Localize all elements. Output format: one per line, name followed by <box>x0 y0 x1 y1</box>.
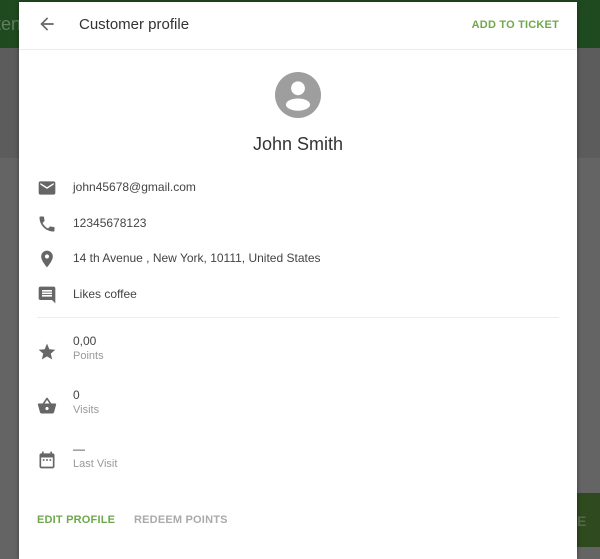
last-visit-label: Last Visit <box>73 458 118 470</box>
comment-value: Likes coffee <box>73 287 137 301</box>
basket-icon <box>37 397 57 414</box>
customer-name: John Smith <box>252 134 344 154</box>
calendar-icon <box>39 451 55 469</box>
location-icon <box>41 250 53 268</box>
dialog-header: Customer profile ADD TO TICKET <box>19 2 577 50</box>
background-action-button: E <box>577 493 600 547</box>
visits-value: 0 <box>73 388 80 402</box>
last-visit-value: — <box>73 442 85 456</box>
edit-profile-button[interactable]: EDIT PROFILE <box>37 514 115 526</box>
email-value: john45678@gmail.com <box>73 180 196 194</box>
redeem-points-button[interactable]: REDEEM POINTS <box>134 514 228 526</box>
phone-value: 12345678123 <box>73 216 147 230</box>
add-to-ticket-button[interactable]: ADD TO TICKET <box>472 19 559 31</box>
star-icon <box>38 343 56 360</box>
divider <box>37 317 559 318</box>
dialog-title: Customer profile <box>79 16 190 33</box>
arrow-left-icon[interactable] <box>37 14 57 34</box>
email-icon <box>38 181 56 195</box>
address-value: 14 th Avenue , New York, 10111, United S… <box>73 251 321 265</box>
points-label: Points <box>73 350 104 362</box>
account-circle-icon <box>275 72 321 118</box>
points-value: 0,00 <box>73 334 97 348</box>
phone-icon <box>39 216 55 232</box>
comment-icon <box>38 286 56 304</box>
customer-profile-dialog: Customer profile ADD TO TICKET John Smit… <box>19 2 577 559</box>
background-button-text: E <box>577 513 587 529</box>
visits-label: Visits <box>73 404 100 416</box>
background-app-bar-text: ten <box>0 14 22 34</box>
